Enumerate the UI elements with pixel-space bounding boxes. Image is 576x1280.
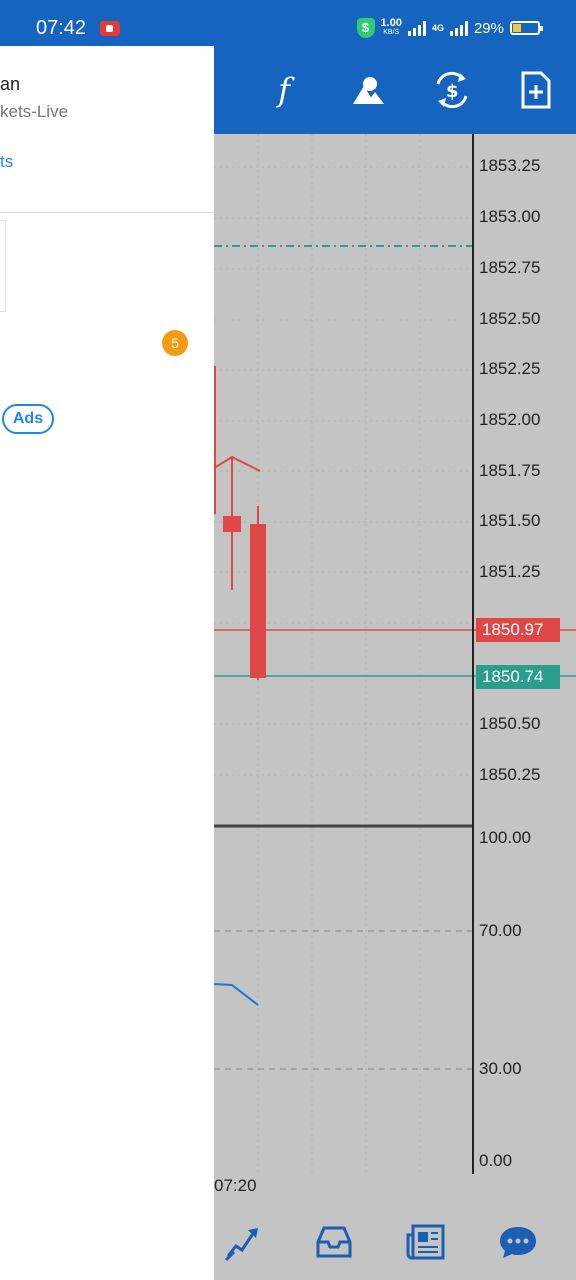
battery-percent: 29% <box>473 19 504 37</box>
chat-icon[interactable] <box>492 1216 544 1268</box>
horizontal-grid <box>214 166 472 776</box>
candle-body-3 <box>250 524 266 678</box>
new-order-icon[interactable] <box>510 64 562 116</box>
chart-canvas <box>214 134 576 1174</box>
indicator-line <box>214 983 259 1006</box>
price-tick: 1853.00 <box>479 207 541 226</box>
price-tick: 1850.25 <box>479 765 541 784</box>
price-tick: 1852.00 <box>479 410 541 429</box>
price-tick: 1853.25 <box>479 156 541 175</box>
battery-icon <box>510 21 543 35</box>
svg-text:$: $ <box>446 81 459 102</box>
shield-icon: $ <box>356 18 375 38</box>
price-tick: 1851.50 <box>479 511 541 530</box>
network-type: 4G <box>431 23 444 33</box>
price-tick: 1852.75 <box>479 258 541 277</box>
vertical-grid <box>257 134 421 1174</box>
function-icon[interactable]: f <box>258 64 310 116</box>
notification-badge: 5 <box>162 330 188 356</box>
status-time: 07:42 <box>36 17 87 39</box>
chart-toolbar: f $ <box>214 46 576 134</box>
drawer-card <box>0 220 6 312</box>
time-axis-label: 07:20 <box>214 1176 257 1195</box>
net-speed-unit: KB/S <box>383 29 400 36</box>
price-tick: 1851.75 <box>479 461 541 480</box>
ads-button[interactable]: Ads <box>2 404 54 434</box>
indicator-tick: 100.00 <box>479 828 531 847</box>
mailbox-icon[interactable] <box>308 1216 360 1268</box>
indicator-tick: 30.00 <box>479 1059 522 1078</box>
side-drawer: an kets-Live ts 5 Ads <box>0 46 214 1280</box>
candle-body-2 <box>223 516 241 532</box>
price-tick: 1851.25 <box>479 562 541 581</box>
account-name: an <box>0 74 21 94</box>
fractal-marker <box>214 455 261 472</box>
indicator-tick: 0.00 <box>479 1151 513 1170</box>
price-tick: 1850.50 <box>479 714 541 733</box>
net-speed: 1.00 KB/S <box>380 17 402 37</box>
chart-area[interactable] <box>214 134 576 1174</box>
bottom-navigation <box>214 1200 576 1280</box>
bid-price-label: 1850.97 <box>476 618 560 642</box>
ask-price-label: 1850.74 <box>476 665 560 689</box>
trade-history-icon[interactable] <box>216 1216 268 1268</box>
price-tick: 1852.50 <box>479 309 541 328</box>
news-icon[interactable] <box>400 1216 452 1268</box>
drawer-divider <box>0 212 214 213</box>
signal-icon <box>407 20 426 36</box>
trade-icon[interactable]: $ <box>426 64 478 116</box>
signal-icon-2 <box>449 20 468 36</box>
price-scale-line <box>472 134 474 1174</box>
status-indicators: $ 1.00 KB/S 4G 29% <box>356 17 543 38</box>
screen-record-icon <box>100 21 120 36</box>
account-server: kets-Live <box>0 102 69 121</box>
net-speed-value: 1.00 <box>380 17 402 29</box>
objects-icon[interactable] <box>342 64 394 116</box>
indicator-tick: 70.00 <box>479 921 522 940</box>
manage-accounts-link[interactable]: ts <box>0 152 13 172</box>
price-tick: 1852.25 <box>479 359 541 378</box>
